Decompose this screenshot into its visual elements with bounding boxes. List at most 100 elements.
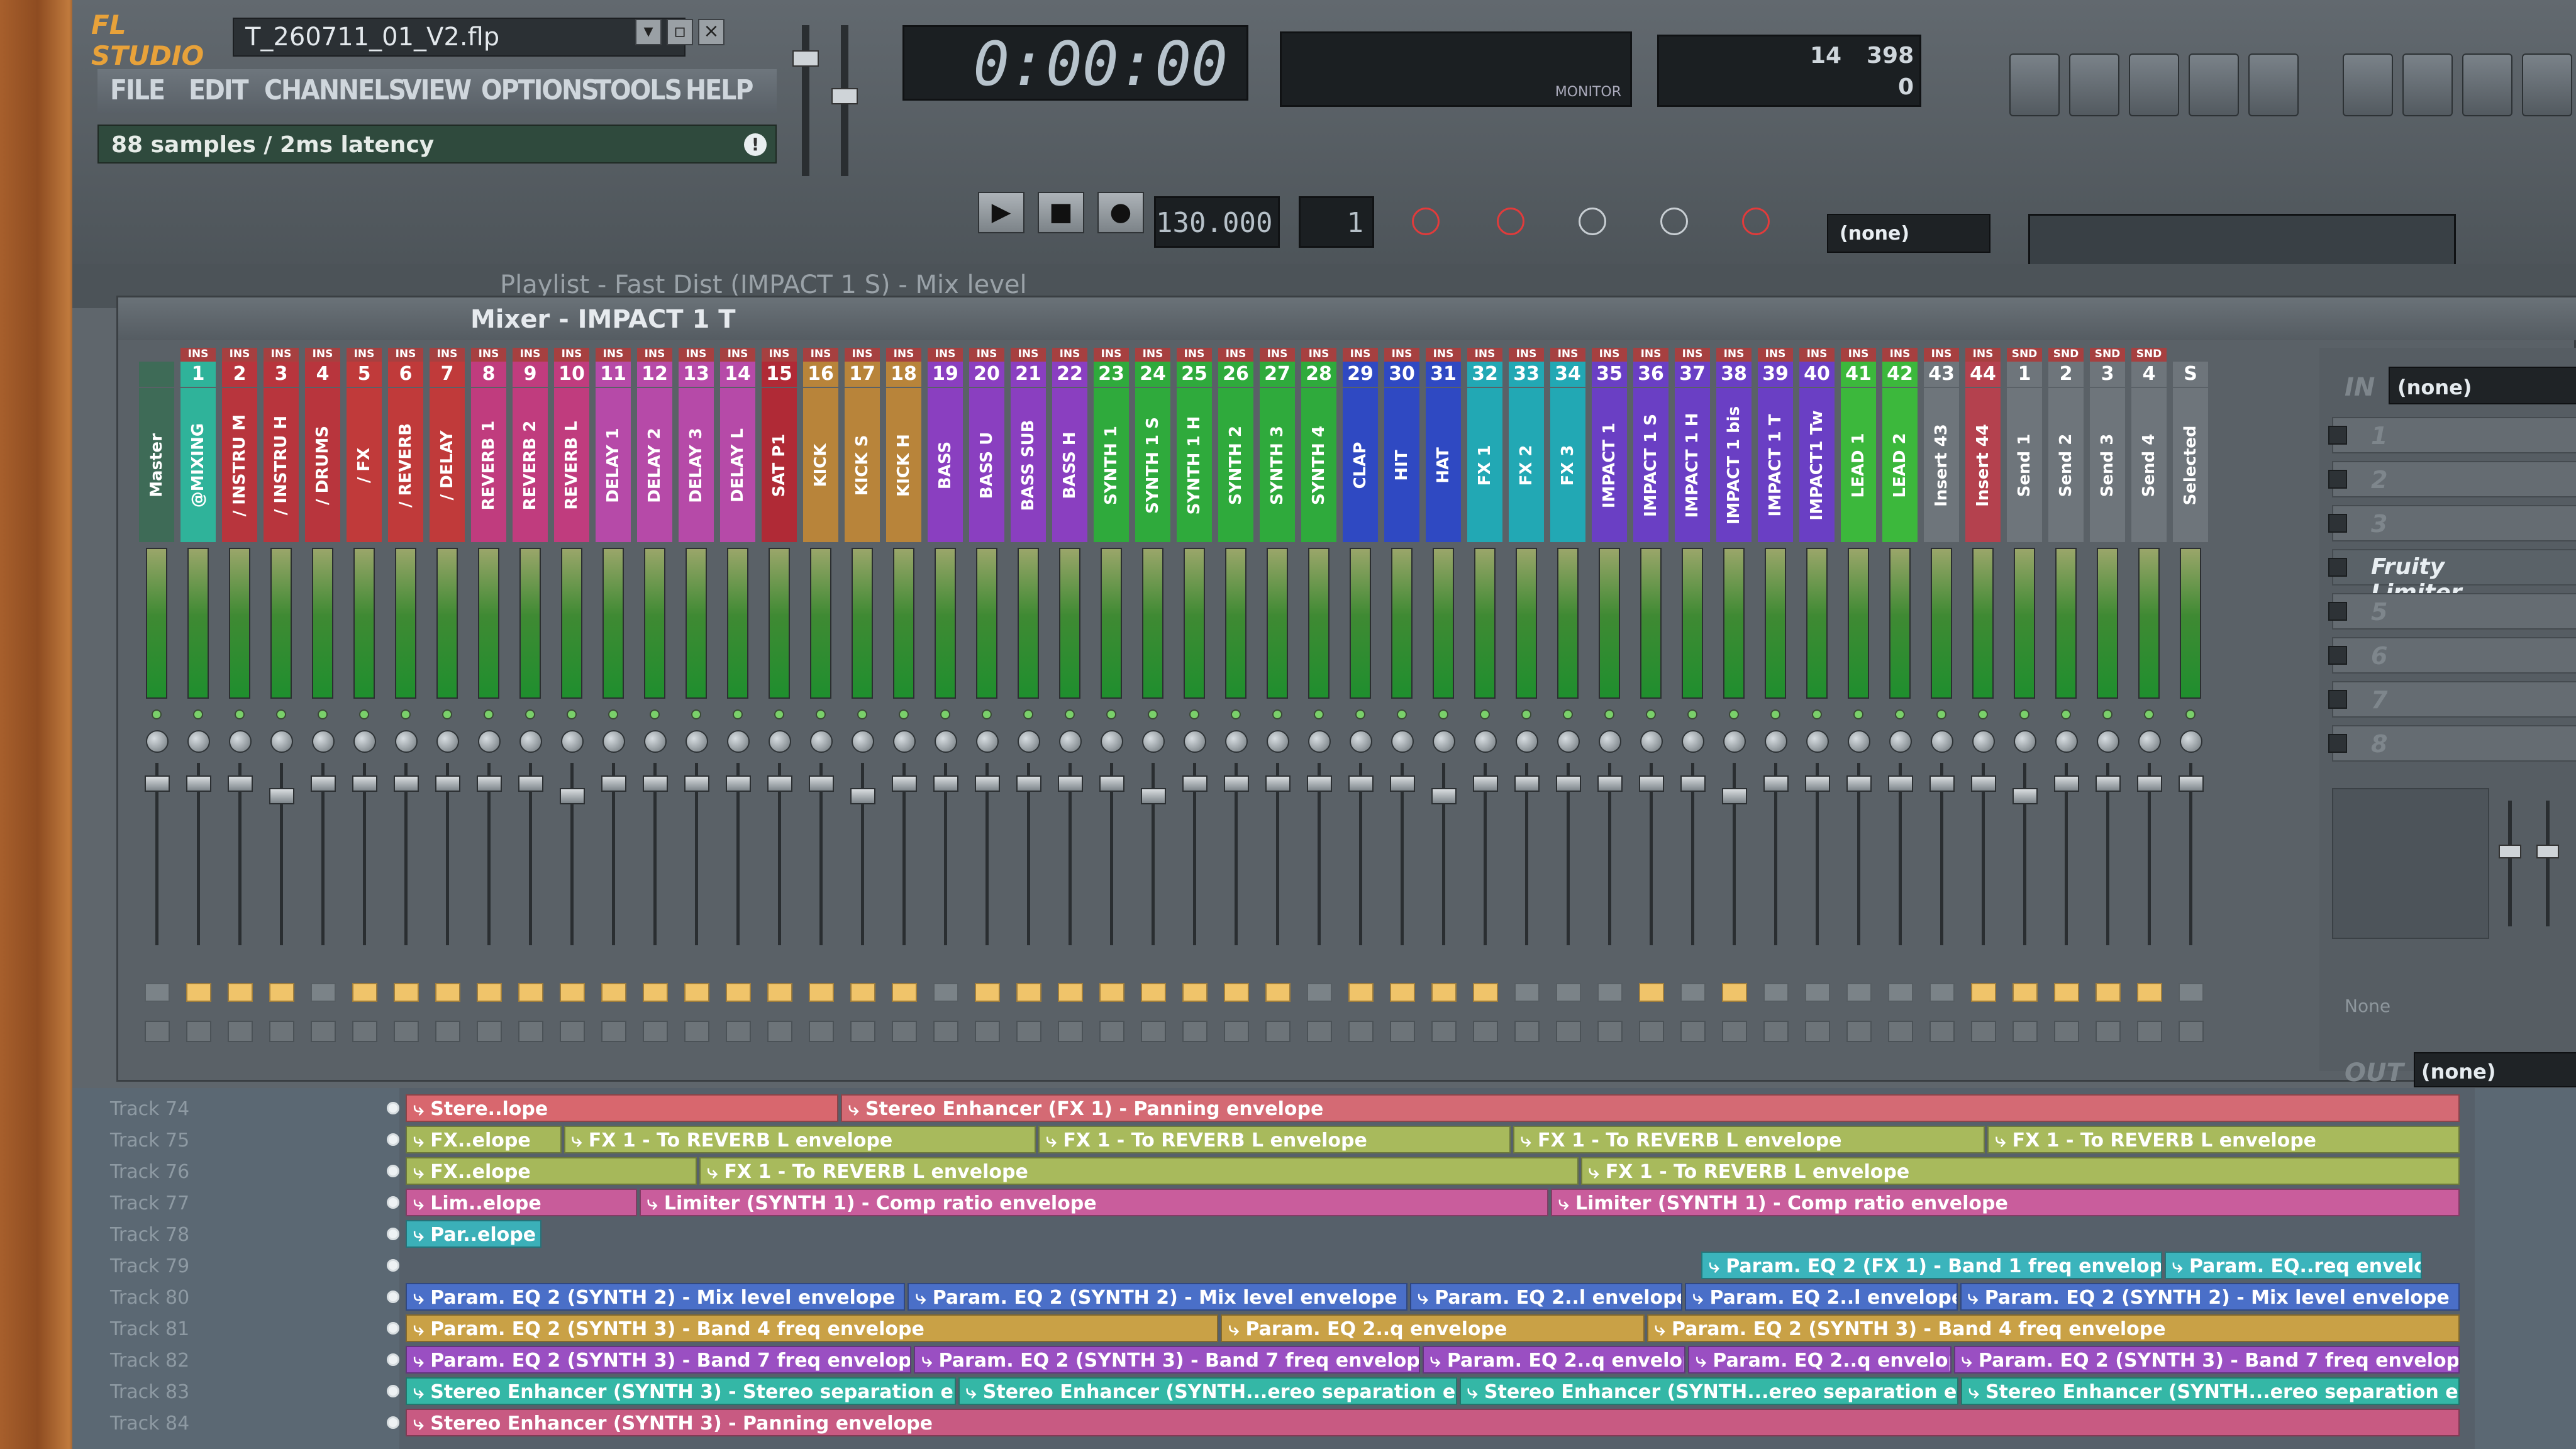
volume-fader[interactable]	[477, 775, 502, 792]
fx-enable-button[interactable]	[2179, 983, 2204, 1002]
automation-clip[interactable]: ⤷ FX 1 - To REVERB L envelope	[1580, 1157, 2460, 1185]
volume-fader[interactable]	[269, 788, 294, 804]
record-arm-button[interactable]	[1639, 1021, 1664, 1042]
mute-switch[interactable]	[1646, 709, 1656, 719]
mute-switch[interactable]	[1106, 709, 1116, 719]
volume-fader[interactable]	[767, 775, 792, 792]
mixer-strip[interactable]: INS 21 BASS SUB	[1009, 348, 1048, 1071]
track-mute-dot[interactable]	[387, 1102, 399, 1114]
pan-knob[interactable]	[1972, 730, 1995, 753]
record-arm-button[interactable]	[2096, 1021, 2121, 1042]
mixer-strip[interactable]: INS 16 KICK	[801, 348, 840, 1071]
mute-switch[interactable]	[774, 709, 784, 719]
insert-name[interactable]: IMPACT 1 bis	[1716, 388, 1752, 542]
automation-clip[interactable]: ⤷ Param. EQ 2 (SYNTH 2) - Mix level enve…	[1960, 1283, 2460, 1311]
pan-knob[interactable]	[1101, 730, 1123, 753]
mute-switch[interactable]	[1563, 709, 1573, 719]
pan-knob[interactable]	[2138, 730, 2161, 753]
mute-switch[interactable]	[2185, 709, 2196, 719]
fx-enable-button[interactable]	[394, 983, 419, 1002]
volume-fader[interactable]	[1431, 788, 1457, 804]
insert-name[interactable]: / DELAY	[430, 388, 465, 542]
play-button[interactable]: ▶	[978, 192, 1024, 233]
mixer-strip[interactable]: SND 2 Send 2	[2046, 348, 2085, 1071]
volume-fader[interactable]	[1473, 775, 1498, 792]
fx-enable-button[interactable]	[2012, 983, 2038, 1002]
effect-slot-5[interactable]: 5	[2328, 593, 2576, 630]
automation-clip[interactable]: ⤷ FX..elope	[406, 1157, 697, 1185]
insert-name[interactable]: KICK S	[845, 388, 880, 542]
mute-switch[interactable]	[1189, 709, 1199, 719]
insert-name[interactable]: Selected	[2173, 388, 2208, 542]
pan-knob[interactable]	[1516, 730, 1538, 753]
pan-knob[interactable]	[727, 730, 750, 753]
fx-enable-button[interactable]	[477, 983, 502, 1002]
insert-name[interactable]: FX 1	[1467, 388, 1502, 542]
record-arm-button[interactable]	[1058, 1021, 1083, 1042]
mute-switch[interactable]	[1770, 709, 1780, 719]
pan-knob[interactable]	[1848, 730, 1870, 753]
track-mute-dot[interactable]	[387, 1291, 399, 1303]
pan-knob[interactable]	[2180, 730, 2202, 753]
pan-knob[interactable]	[1433, 730, 1455, 753]
insert-name[interactable]: / INSTRU M	[222, 388, 257, 542]
insert-name[interactable]: Insert 43	[1924, 388, 1959, 542]
fx-enable-button[interactable]	[1556, 983, 1581, 1002]
record-arm-button[interactable]	[1556, 1021, 1581, 1042]
pan-knob[interactable]	[1308, 730, 1331, 753]
insert-name[interactable]: REVERB 2	[513, 388, 548, 542]
insert-name[interactable]: DELAY 3	[679, 388, 714, 542]
snap-selector[interactable]: (none)	[1827, 214, 1990, 253]
track-mute-dot[interactable]	[387, 1385, 399, 1397]
mixer-strip[interactable]: INS 9 REVERB 2	[511, 348, 550, 1071]
record-arm-button[interactable]	[643, 1021, 668, 1042]
record-arm-button[interactable]	[1390, 1021, 1415, 1042]
pan-knob[interactable]	[686, 730, 708, 753]
mute-switch[interactable]	[1438, 709, 1448, 719]
mute-switch[interactable]	[1936, 709, 1946, 719]
volume-fader[interactable]	[145, 775, 170, 792]
fx-enable-button[interactable]	[1390, 983, 1415, 1002]
fx-enable-button[interactable]	[975, 983, 1000, 1002]
mixer-strip[interactable]: INS 35 IMPACT 1	[1590, 348, 1629, 1071]
automation-clip[interactable]: ⤷ Stereo Enhancer (SYNTH...ereo separati…	[1459, 1377, 1958, 1405]
mixer-strip[interactable]: INS 34 FX 3	[1548, 348, 1587, 1071]
record-arm-button[interactable]	[1431, 1021, 1457, 1042]
pan-knob[interactable]	[1806, 730, 1829, 753]
track-mute-dot[interactable]	[387, 1416, 399, 1429]
volume-fader[interactable]	[1888, 775, 1913, 792]
insert-name[interactable]: / DRUMS	[305, 388, 340, 542]
mixer-strip[interactable]: INS 4 / DRUMS	[303, 348, 342, 1071]
fx-enable-button[interactable]	[2054, 983, 2079, 1002]
mixer-strip[interactable]: INS 11 DELAY 1	[594, 348, 633, 1071]
mute-switch[interactable]	[1521, 709, 1531, 719]
track-header[interactable]: Track 76	[110, 1156, 399, 1187]
song-time-display[interactable]: 0:00:00	[902, 25, 1248, 101]
mixer-strip[interactable]: INS 42 LEAD 2	[1880, 348, 1919, 1071]
volume-fader[interactable]	[228, 775, 253, 792]
mute-switch[interactable]	[567, 709, 577, 719]
mute-switch[interactable]	[1729, 709, 1739, 719]
mute-switch[interactable]	[2019, 709, 2029, 719]
volume-fader[interactable]	[1556, 775, 1581, 792]
pan-knob[interactable]	[2097, 730, 2119, 753]
volume-fader[interactable]	[518, 775, 543, 792]
volume-fader[interactable]	[2137, 775, 2162, 792]
automation-clip[interactable]: ⤷ Stereo Enhancer (SYNTH...ereo separati…	[1960, 1377, 2460, 1405]
pan-knob[interactable]	[1184, 730, 1206, 753]
mixer-strip[interactable]: INS 38 IMPACT 1 bis	[1714, 348, 1753, 1071]
fx-enable-button[interactable]	[1639, 983, 1664, 1002]
automation-clip[interactable]: ⤷ FX 1 - To REVERB L envelope	[1987, 1126, 2460, 1153]
mixer-strip[interactable]: INS 15 SAT P1	[760, 348, 799, 1071]
volume-fader[interactable]	[1680, 775, 1706, 792]
automation-clip[interactable]: ⤷ FX..elope	[406, 1126, 562, 1153]
fx-enable-button[interactable]	[1722, 983, 1747, 1002]
pan-knob[interactable]	[935, 730, 957, 753]
automation-clip[interactable]: ⤷ Param. EQ 2..q envelope	[1221, 1314, 1645, 1342]
automation-clip[interactable]: ⤷ Param. EQ 2 (SYNTH 2) - Mix level enve…	[406, 1283, 906, 1311]
volume-fader[interactable]	[2179, 775, 2204, 792]
effect-slot-3[interactable]: 3	[2328, 505, 2576, 541]
volume-fader[interactable]	[850, 788, 875, 804]
mixer-strip[interactable]: INS 14 DELAY L	[718, 348, 757, 1071]
mute-switch[interactable]	[1812, 709, 1822, 719]
